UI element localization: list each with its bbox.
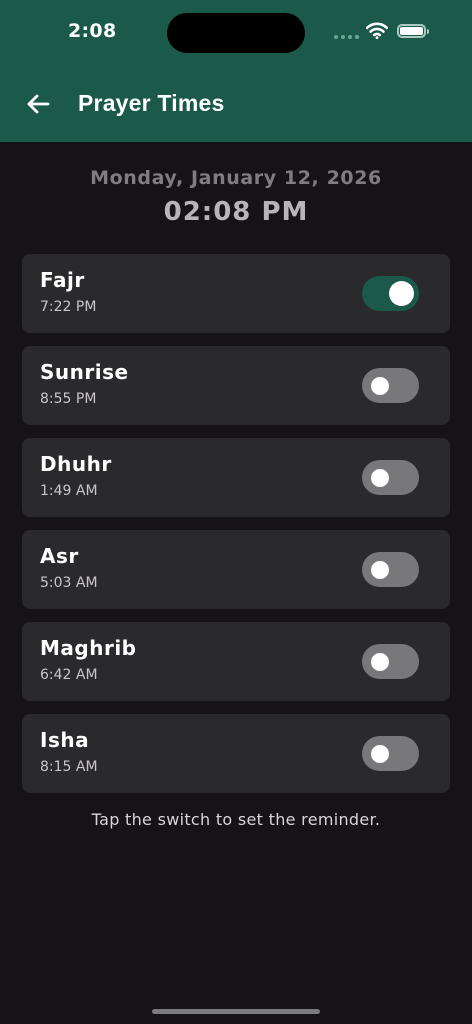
reminder-hint: Tap the switch to set the reminder.	[91, 810, 381, 829]
app-header: 2:08 Prayer Times	[0, 0, 472, 142]
toggle-knob	[371, 377, 389, 395]
home-indicator[interactable]	[152, 1009, 320, 1014]
reminder-toggle-maghrib[interactable]	[362, 644, 419, 679]
back-button[interactable]	[22, 88, 54, 120]
prayer-card-maghrib: Maghrib 6:42 AM	[22, 622, 450, 701]
prayer-name: Asr	[40, 544, 79, 568]
toggle-knob	[371, 469, 389, 487]
prayer-time: 5:03 AM	[40, 575, 98, 591]
prayer-name: Sunrise	[40, 360, 129, 384]
prayer-card-dhuhr: Dhuhr 1:49 AM	[22, 438, 450, 517]
toggle-knob	[371, 745, 389, 763]
dynamic-island	[167, 13, 305, 53]
prayer-card-asr: Asr 5:03 AM	[22, 530, 450, 609]
toggle-knob	[371, 653, 389, 671]
prayer-time: 8:15 AM	[40, 759, 98, 775]
battery-icon	[397, 24, 429, 38]
prayer-time: 7:22 PM	[40, 299, 97, 315]
reminder-toggle-fajr[interactable]	[362, 276, 419, 311]
current-date: Monday, January 12, 2026	[90, 167, 382, 189]
cellular-signal-icon	[334, 35, 360, 41]
status-time: 2:08	[68, 20, 117, 42]
reminder-toggle-isha[interactable]	[362, 736, 419, 771]
prayer-time: 8:55 PM	[40, 391, 97, 407]
reminder-toggle-asr[interactable]	[362, 552, 419, 587]
wifi-icon	[366, 22, 388, 39]
prayer-name: Fajr	[40, 268, 85, 292]
prayer-name: Dhuhr	[40, 452, 112, 476]
prayer-name: Maghrib	[40, 636, 137, 660]
arrow-left-icon	[27, 94, 50, 114]
status-bar: 2:08	[0, 0, 472, 64]
prayer-time: 6:42 AM	[40, 667, 98, 683]
current-time: 02:08 PM	[163, 197, 309, 227]
prayer-list: Fajr 7:22 PM Sunrise 8:55 PM Dhuhr 1:49 …	[22, 254, 450, 806]
prayer-card-fajr: Fajr 7:22 PM	[22, 254, 450, 333]
prayer-card-sunrise: Sunrise 8:55 PM	[22, 346, 450, 425]
prayer-time: 1:49 AM	[40, 483, 98, 499]
page-title: Prayer Times	[78, 90, 225, 116]
prayer-card-isha: Isha 8:15 AM	[22, 714, 450, 793]
toggle-knob	[371, 561, 389, 579]
prayer-name: Isha	[40, 728, 90, 752]
toggle-knob	[389, 281, 414, 306]
reminder-toggle-dhuhr[interactable]	[362, 460, 419, 495]
reminder-toggle-sunrise[interactable]	[362, 368, 419, 403]
